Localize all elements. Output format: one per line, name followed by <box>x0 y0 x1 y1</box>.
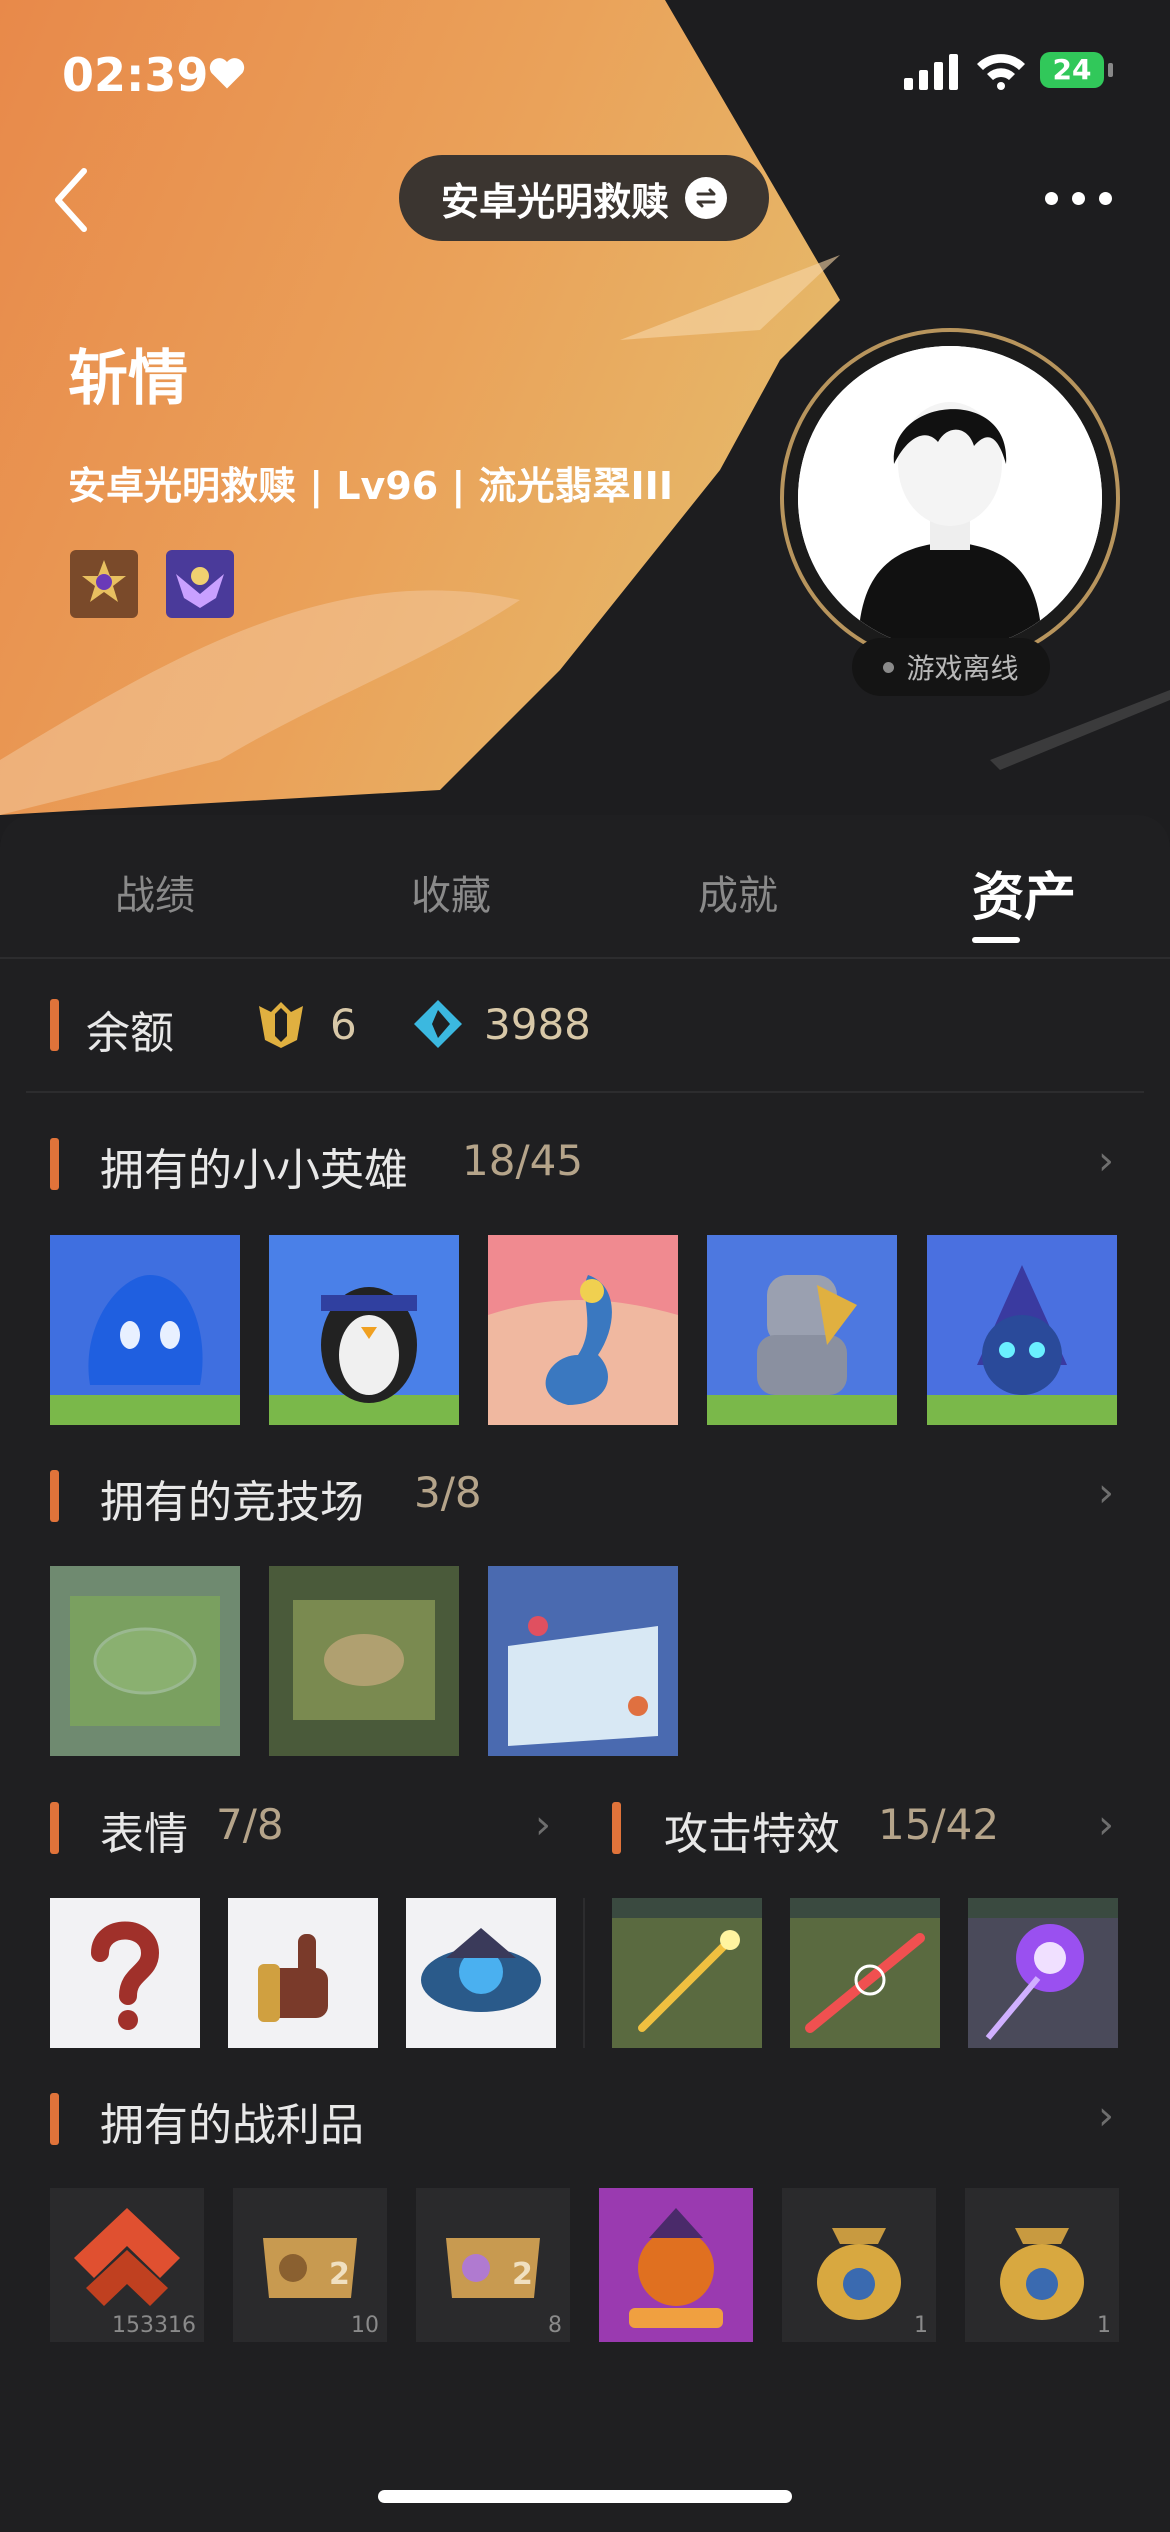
little-legends-count: 18/45 <box>462 1136 584 1185</box>
wifi-icon <box>977 54 1025 90</box>
home-indicator[interactable] <box>378 2490 792 2503</box>
egg-ticket-icon: 2 <box>446 2238 540 2298</box>
section-accent-bar <box>612 1802 621 1854</box>
svg-text:2: 2 <box>512 2257 533 2292</box>
section-accent-bar <box>50 1470 59 1522</box>
balance-label: 余额 <box>86 1008 174 1059</box>
online-status: 游戏离线 <box>852 638 1050 696</box>
player-name: 斩情 <box>68 344 188 414</box>
loot-count: 8 <box>548 2313 562 2338</box>
server-name: 安卓光明救赎 <box>440 179 669 224</box>
server-switch-button[interactable]: 安卓光明救赎 <box>399 155 769 241</box>
arenas-count: 3/8 <box>414 1468 482 1517</box>
loot-count: 10 <box>351 2313 379 2338</box>
back-arrow-icon[interactable] <box>48 165 98 235</box>
player-info: 安卓光明救赎 | Lv96 | 流光翡翠III <box>68 464 673 508</box>
svg-text:2: 2 <box>329 2257 350 2292</box>
status-dot-icon <box>883 661 895 673</box>
loot-item[interactable]: 2 8 <box>416 2188 570 2342</box>
column-divider <box>583 1898 585 2048</box>
arena-tile[interactable] <box>488 1566 678 1756</box>
tab-achievement[interactable]: 成就 <box>698 863 778 921</box>
loot-title: 拥有的战利品 <box>100 2100 364 2151</box>
attack-effect-tile[interactable] <box>612 1898 762 2048</box>
tab-active-indicator <box>972 937 1020 943</box>
signal-icon <box>904 54 958 90</box>
emote-tile[interactable] <box>228 1898 378 2048</box>
loot-item[interactable]: 1 <box>965 2188 1119 2342</box>
arena-tile[interactable] <box>50 1566 240 1756</box>
emote-tile[interactable] <box>406 1898 556 2048</box>
chevron-right-icon[interactable]: › <box>535 1802 551 1848</box>
attack-effects-title: 攻击特效 <box>664 1809 840 1860</box>
emotes-title: 表情 <box>100 1809 188 1860</box>
emotes-count: 7/8 <box>216 1800 284 1849</box>
section-accent-bar <box>50 1802 59 1854</box>
tab-collection[interactable]: 收藏 <box>411 863 491 921</box>
little-legends-title: 拥有的小小英雄 <box>100 1145 408 1196</box>
balance-divider <box>26 1091 1144 1093</box>
status-time: 02:39 <box>62 48 209 102</box>
section-accent-bar <box>50 2093 59 2145</box>
season-badge-icon[interactable] <box>166 550 234 618</box>
little-legend-tile[interactable] <box>488 1235 678 1425</box>
swap-icon <box>685 177 727 219</box>
little-legend-tile[interactable] <box>269 1235 459 1425</box>
gem-icon <box>414 1000 462 1048</box>
section-accent-bar <box>50 1138 59 1190</box>
gold-balance: 6 <box>330 1000 357 1049</box>
loot-count: 153316 <box>112 2313 196 2338</box>
battery-cap <box>1108 63 1113 77</box>
little-legend-tile[interactable] <box>707 1235 897 1425</box>
chevron-right-icon[interactable]: › <box>1098 1470 1114 1516</box>
loot-item[interactable]: 2 10 <box>233 2188 387 2342</box>
tab-record[interactable]: 战绩 <box>115 863 195 921</box>
avatar[interactable] <box>798 346 1102 650</box>
tab-assets[interactable]: 资产 <box>972 855 1076 930</box>
section-accent-bar <box>50 999 59 1051</box>
more-options-icon[interactable] <box>1045 192 1112 205</box>
chevron-right-icon[interactable]: › <box>1098 1802 1114 1848</box>
arena-tile[interactable] <box>269 1566 459 1756</box>
arenas-title: 拥有的竞技场 <box>100 1477 364 1528</box>
rank-badge-icon[interactable] <box>70 550 138 618</box>
status-label: 游戏离线 <box>906 652 1019 685</box>
heart-icon <box>209 58 245 89</box>
gem-balance: 3988 <box>484 1000 591 1049</box>
attack-effect-tile[interactable] <box>790 1898 940 2048</box>
loot-count: 1 <box>1097 2313 1111 2338</box>
tab-divider <box>0 957 1170 959</box>
loot-item[interactable]: 153316 <box>50 2188 204 2342</box>
status-bar: 02:39 24 <box>0 40 1170 110</box>
profile-header: 02:39 24 安卓光明救赎 斩情 安卓光明救赎 | Lv96 | 流光翡翠I… <box>0 0 1170 840</box>
chevron-right-icon[interactable]: › <box>1098 2093 1114 2139</box>
treasure-bag-icon <box>817 2228 901 2320</box>
attack-effects-count: 15/42 <box>878 1800 1000 1849</box>
pumpkin-legend-icon <box>599 2188 753 2342</box>
little-legend-tile[interactable] <box>50 1235 240 1425</box>
treasure-bag-icon <box>1000 2228 1084 2320</box>
loot-count: 1 <box>914 2313 928 2338</box>
emote-tile[interactable] <box>50 1898 200 2048</box>
chevron-right-icon[interactable]: › <box>1098 1138 1114 1184</box>
loot-item[interactable]: 1 <box>782 2188 936 2342</box>
attack-effect-tile[interactable] <box>968 1898 1118 2048</box>
loot-item[interactable] <box>599 2188 753 2342</box>
little-legend-tile[interactable] <box>927 1235 1117 1425</box>
battery-indicator: 24 <box>1040 52 1104 88</box>
gold-coin-icon <box>259 1002 303 1048</box>
